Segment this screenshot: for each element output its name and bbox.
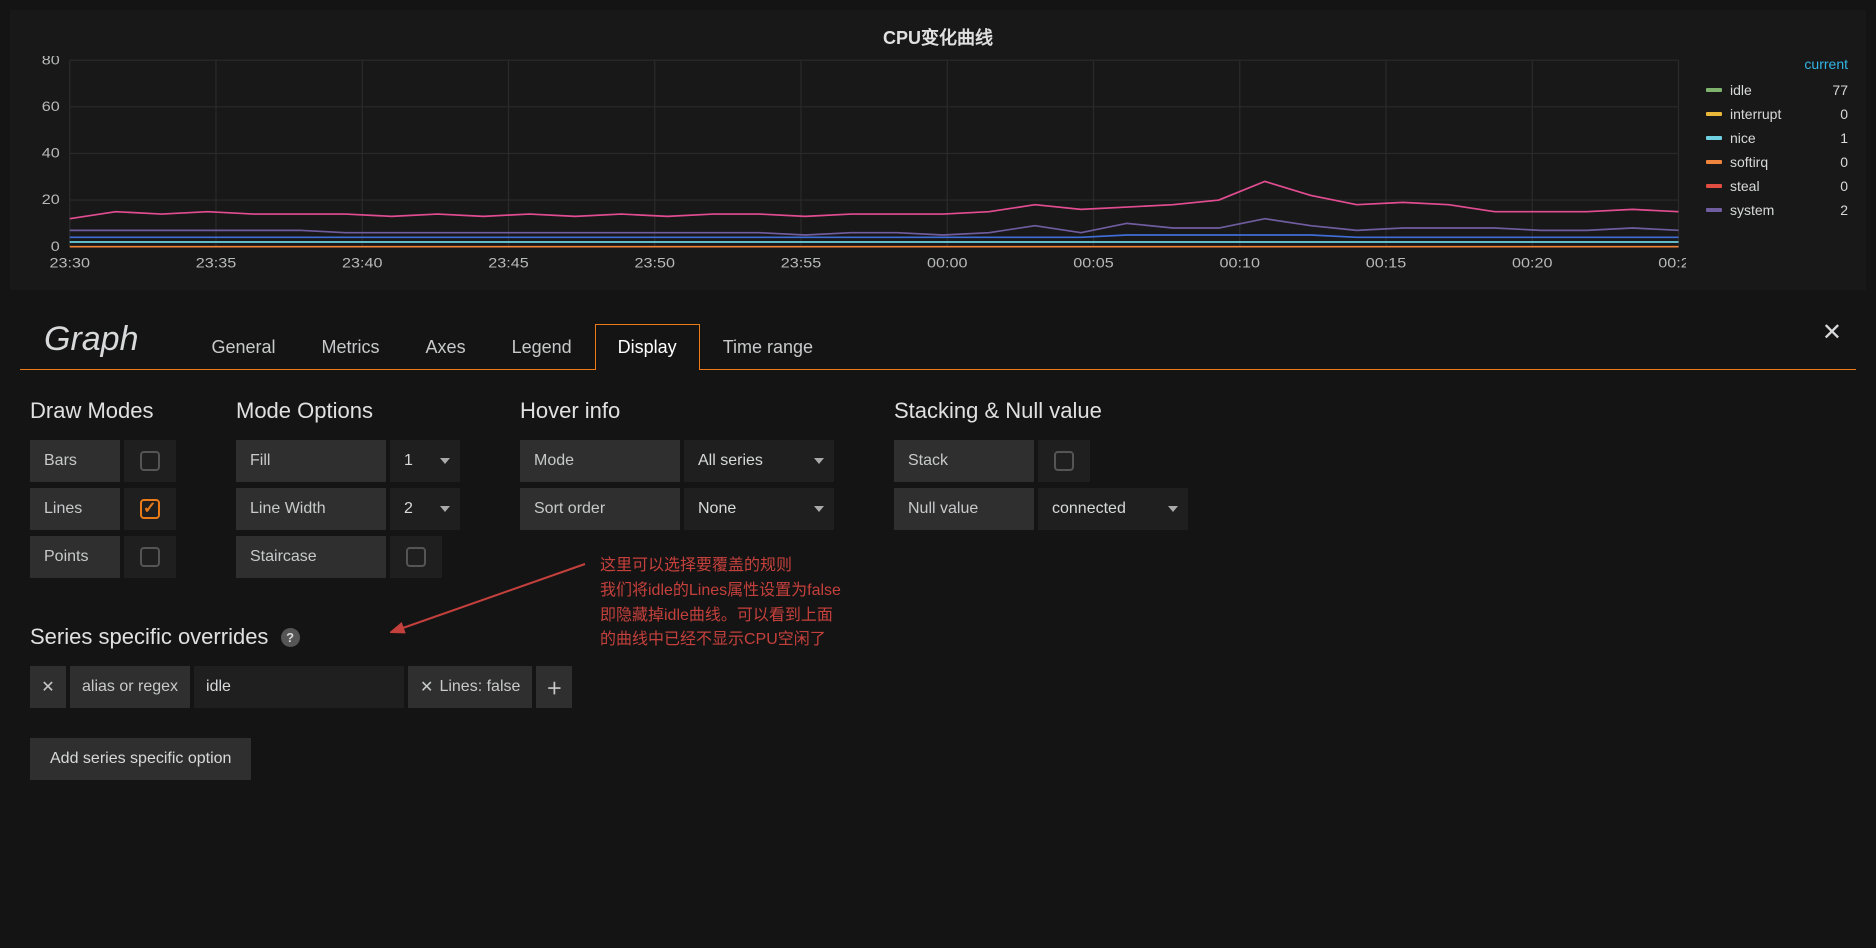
legend-swatch xyxy=(1706,184,1722,188)
legend-header: current xyxy=(1706,56,1856,72)
sort-order-select[interactable]: None xyxy=(684,488,834,530)
svg-text:23:45: 23:45 xyxy=(488,256,528,271)
legend-name: system xyxy=(1730,202,1840,218)
override-property[interactable]: ✕Lines: false xyxy=(408,666,532,708)
stack-label: Stack xyxy=(894,440,1034,482)
svg-text:00:15: 00:15 xyxy=(1366,256,1406,271)
legend-value: 1 xyxy=(1840,130,1848,146)
tab-time-range[interactable]: Time range xyxy=(700,324,836,370)
legend-name: idle xyxy=(1730,82,1832,98)
legend-item[interactable]: system2 xyxy=(1706,198,1856,222)
svg-text:00:00: 00:00 xyxy=(927,256,967,271)
null-value-select[interactable]: connected xyxy=(1038,488,1188,530)
legend-swatch xyxy=(1706,88,1722,92)
svg-text:23:35: 23:35 xyxy=(196,256,236,271)
bars-label: Bars xyxy=(30,440,120,482)
section-overrides: Series specific overrides ? ✕ alias or r… xyxy=(20,624,1856,780)
sort-order-label: Sort order xyxy=(520,488,680,530)
section-stacking: Stacking & Null value Stack Null value c… xyxy=(894,398,1188,584)
svg-text:23:50: 23:50 xyxy=(635,256,675,271)
legend-item[interactable]: softirq0 xyxy=(1706,150,1856,174)
svg-text:60: 60 xyxy=(42,99,60,114)
lines-checkbox[interactable] xyxy=(124,488,176,530)
legend-name: nice xyxy=(1730,130,1840,146)
svg-text:00:20: 00:20 xyxy=(1512,256,1552,271)
hover-mode-select[interactable]: All series xyxy=(684,440,834,482)
legend-name: steal xyxy=(1730,178,1840,194)
chevron-down-icon xyxy=(1168,506,1178,512)
svg-text:0: 0 xyxy=(51,239,60,254)
tab-legend[interactable]: Legend xyxy=(489,324,595,370)
svg-text:23:55: 23:55 xyxy=(781,256,821,271)
help-icon[interactable]: ? xyxy=(281,628,300,647)
legend: current idle77interrupt0nice1softirq0ste… xyxy=(1686,56,1856,276)
section-draw-modes: Draw Modes Bars Lines Points xyxy=(30,398,176,584)
legend-value: 0 xyxy=(1840,178,1848,194)
legend-value: 0 xyxy=(1840,154,1848,170)
svg-text:23:30: 23:30 xyxy=(50,256,90,271)
legend-swatch xyxy=(1706,160,1722,164)
stacking-heading: Stacking & Null value xyxy=(894,398,1188,424)
hover-mode-label: Mode xyxy=(520,440,680,482)
tab-display[interactable]: Display xyxy=(595,324,700,370)
fill-select[interactable]: 1 xyxy=(390,440,460,482)
section-mode-options: Mode Options Fill 1 Line Width 2 Stairca… xyxy=(236,398,460,584)
tab-general[interactable]: General xyxy=(189,324,299,370)
staircase-checkbox[interactable] xyxy=(390,536,442,578)
svg-text:40: 40 xyxy=(42,146,60,161)
legend-item[interactable]: interrupt0 xyxy=(1706,102,1856,126)
alias-label: alias or regex xyxy=(70,666,190,708)
line-width-select[interactable]: 2 xyxy=(390,488,460,530)
add-series-override-button[interactable]: Add series specific option xyxy=(30,738,251,780)
add-override-property-button[interactable]: ＋ xyxy=(536,666,572,708)
remove-override-button[interactable]: ✕ xyxy=(30,666,66,708)
annotation-text: 这里可以选择要覆盖的规则 我们将idle的Lines属性设置为false 即隐藏… xyxy=(600,554,841,653)
legend-value: 77 xyxy=(1832,82,1848,98)
mode-options-heading: Mode Options xyxy=(236,398,460,424)
tab-axes[interactable]: Axes xyxy=(403,324,489,370)
editor-pane: ✕ Graph General Metrics Axes Legend Disp… xyxy=(10,300,1866,820)
chevron-down-icon xyxy=(814,506,824,512)
legend-item[interactable]: steal0 xyxy=(1706,174,1856,198)
tab-metrics[interactable]: Metrics xyxy=(299,324,403,370)
svg-text:00:10: 00:10 xyxy=(1220,256,1260,271)
legend-item[interactable]: nice1 xyxy=(1706,126,1856,150)
chart-panel: CPU变化曲线 02040608023:3023:3523:4023:4523:… xyxy=(10,10,1866,290)
hover-info-heading: Hover info xyxy=(520,398,834,424)
legend-name: softirq xyxy=(1730,154,1840,170)
bars-checkbox[interactable] xyxy=(124,440,176,482)
lines-label: Lines xyxy=(30,488,120,530)
draw-modes-heading: Draw Modes xyxy=(30,398,176,424)
legend-value: 0 xyxy=(1840,106,1848,122)
legend-swatch xyxy=(1706,112,1722,116)
points-label: Points xyxy=(30,536,120,578)
chart-canvas[interactable]: 0 20 40 60 80 23:30 23:35 23:40 23:45 23:50 23:55 0… xyxy=(20,56,1686,276)
svg-text:23:40: 23:40 xyxy=(342,256,382,271)
line-width-label: Line Width xyxy=(236,488,386,530)
svg-text:00:05: 00:05 xyxy=(1073,256,1113,271)
svg-text:80: 80 xyxy=(42,56,60,68)
stack-checkbox[interactable] xyxy=(1038,440,1090,482)
legend-name: interrupt xyxy=(1730,106,1840,122)
svg-text:00:25: 00:25 xyxy=(1658,256,1686,271)
legend-swatch xyxy=(1706,136,1722,140)
overrides-heading: Series specific overrides ? xyxy=(30,624,1846,650)
panel-title: CPU变化曲线 xyxy=(10,10,1866,56)
legend-swatch xyxy=(1706,208,1722,212)
alias-input[interactable] xyxy=(194,666,404,708)
points-checkbox[interactable] xyxy=(124,536,176,578)
close-icon[interactable]: ✕ xyxy=(1822,318,1842,347)
chevron-down-icon xyxy=(440,458,450,464)
chevron-down-icon xyxy=(440,506,450,512)
svg-text:20: 20 xyxy=(42,192,60,207)
null-value-label: Null value xyxy=(894,488,1034,530)
legend-value: 2 xyxy=(1840,202,1848,218)
panel-type-label: Graph xyxy=(20,320,189,369)
chevron-down-icon xyxy=(814,458,824,464)
staircase-label: Staircase xyxy=(236,536,386,578)
legend-item[interactable]: idle77 xyxy=(1706,78,1856,102)
fill-label: Fill xyxy=(236,440,386,482)
